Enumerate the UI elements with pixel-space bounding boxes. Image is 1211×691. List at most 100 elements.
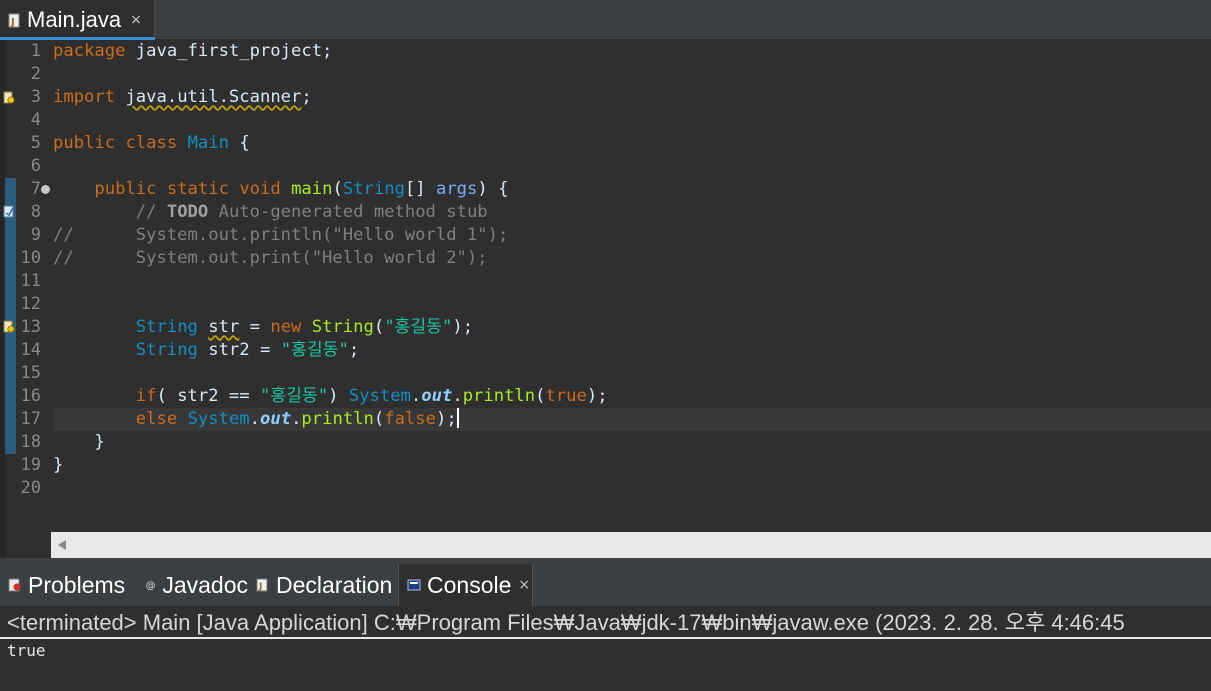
condition: ( str2 == (156, 386, 260, 406)
array-brackets: [] (404, 179, 436, 199)
line-number: 16 (20, 386, 41, 406)
warning-bulb-icon[interactable] (3, 320, 15, 333)
line-number: 10 (20, 248, 41, 268)
class-name: Main (187, 133, 229, 153)
package-name: java_first_project; (125, 41, 333, 61)
keyword: import (53, 87, 116, 107)
fold-toggle-icon[interactable] (41, 185, 50, 194)
code-line-8: // TODO Auto-generated method stub (53, 201, 488, 224)
brace: { (228, 133, 250, 153)
keyword: else (135, 409, 178, 429)
static-field: out (260, 409, 292, 429)
keyword: static (166, 179, 229, 199)
line-number: 2 (30, 64, 41, 84)
tab-declaration[interactable]: J Declaration (248, 564, 398, 606)
paren: ( (373, 409, 385, 429)
editor-tab-label: Main.java (27, 7, 122, 32)
problems-icon (8, 578, 21, 592)
paren-brace: ) { (477, 179, 509, 199)
bottom-panel-tab-bar: Problems @ Javadoc J Declaration Console… (0, 564, 1211, 606)
tab-label: Javadoc (162, 571, 248, 598)
dot: . (410, 386, 422, 406)
console-icon (407, 579, 421, 591)
type-name: String (135, 340, 198, 360)
tab-javadoc[interactable]: @ Javadoc (136, 564, 248, 606)
code-line-10: // System.out.print("Hello world 2"); (53, 248, 488, 268)
close-icon[interactable]: × (130, 13, 142, 27)
semicolon: ; (301, 87, 312, 107)
tab-label: Problems (28, 571, 126, 598)
dot: . (452, 386, 463, 406)
quick-diff-change-bar (5, 178, 16, 454)
warning-bulb-icon[interactable] (3, 91, 15, 104)
method-name: main (291, 179, 333, 199)
text-cursor (456, 408, 459, 428)
code-line-3: import java.util.Scanner; (53, 86, 312, 109)
import-path: java.util.Scanner (125, 87, 302, 107)
method-name: println (462, 386, 536, 406)
code-line-19: } (53, 455, 64, 475)
code-line-14: String str2 = "홍길동"; (53, 339, 359, 362)
scroll-left-arrow-icon[interactable] (58, 540, 66, 550)
dot: . (291, 409, 302, 429)
line-number: 15 (20, 363, 41, 383)
line-number: 8 (30, 202, 41, 222)
operator: = (239, 317, 271, 337)
boolean-literal: false (384, 409, 436, 429)
line-number: 9 (30, 225, 41, 245)
string-literal: "홍길동" (384, 317, 453, 337)
comment-text: Auto-generated method stub (208, 202, 488, 222)
line-number: 4 (30, 110, 41, 130)
keyword: if (135, 386, 157, 406)
line-number: 3 (30, 87, 41, 107)
line-number: 20 (20, 478, 41, 498)
keyword: new (270, 317, 302, 337)
static-field: out (421, 386, 453, 406)
svg-text:J: J (10, 17, 15, 28)
code-text-area[interactable]: package java_first_project; import java.… (53, 40, 1211, 532)
type-name: String (135, 317, 198, 337)
code-editor[interactable]: 1 2 3 4 5 6 7 8 9 10 11 12 13 14 15 16 1… (0, 40, 1211, 558)
code-line-5: public class Main { (53, 132, 250, 155)
task-marker-icon[interactable] (3, 205, 15, 218)
paren-semi: ); (452, 317, 474, 337)
method-name: println (301, 409, 374, 429)
editor-tab-main-java[interactable]: J Main.java × (0, 0, 155, 40)
type-name: String (342, 179, 405, 199)
declaration: str2 = (197, 340, 281, 360)
paren: ( (373, 317, 385, 337)
console-output[interactable]: true (0, 639, 1211, 691)
type-name: System (348, 386, 411, 406)
paren-semi: ); (435, 409, 457, 429)
code-line-9: // System.out.println("Hello world 1"); (53, 225, 509, 245)
keyword: public (94, 179, 157, 199)
line-number: 5 (30, 133, 41, 153)
svg-text:J: J (258, 582, 262, 592)
horizontal-scrollbar[interactable] (51, 532, 1211, 558)
line-number: 7 (30, 179, 41, 199)
boolean-literal: true (545, 386, 587, 406)
console-process-status: <terminated> Main [Java Application] C:₩… (0, 606, 1211, 639)
line-number: 13 (20, 317, 41, 337)
java-file-icon: J (8, 13, 20, 28)
javadoc-icon: @ (146, 581, 156, 592)
paren: ) (328, 386, 349, 406)
tab-label: Console (427, 571, 512, 598)
comment-prefix: // (135, 202, 167, 222)
tab-problems[interactable]: Problems (0, 564, 136, 606)
code-line-16: if( str2 == "홍길동") System.out.println(tr… (53, 385, 608, 408)
line-number-gutter: 1 2 3 4 5 6 7 8 9 10 11 12 13 14 15 16 1… (16, 40, 50, 558)
line-number: 12 (20, 294, 41, 314)
string-literal: "홍길동" (259, 386, 329, 406)
close-icon[interactable]: × (518, 577, 530, 593)
code-line-18: } (53, 432, 105, 452)
dot: . (249, 409, 261, 429)
line-number: 19 (20, 455, 41, 475)
tab-console[interactable]: Console × (398, 564, 533, 606)
editor-tab-bar: J Main.java × (0, 0, 1211, 40)
keyword: class (125, 133, 178, 153)
todo-tag: TODO (166, 202, 209, 222)
code-line-1: package java_first_project; (53, 40, 332, 63)
paren: ( (332, 179, 343, 199)
type-name: System (187, 409, 250, 429)
